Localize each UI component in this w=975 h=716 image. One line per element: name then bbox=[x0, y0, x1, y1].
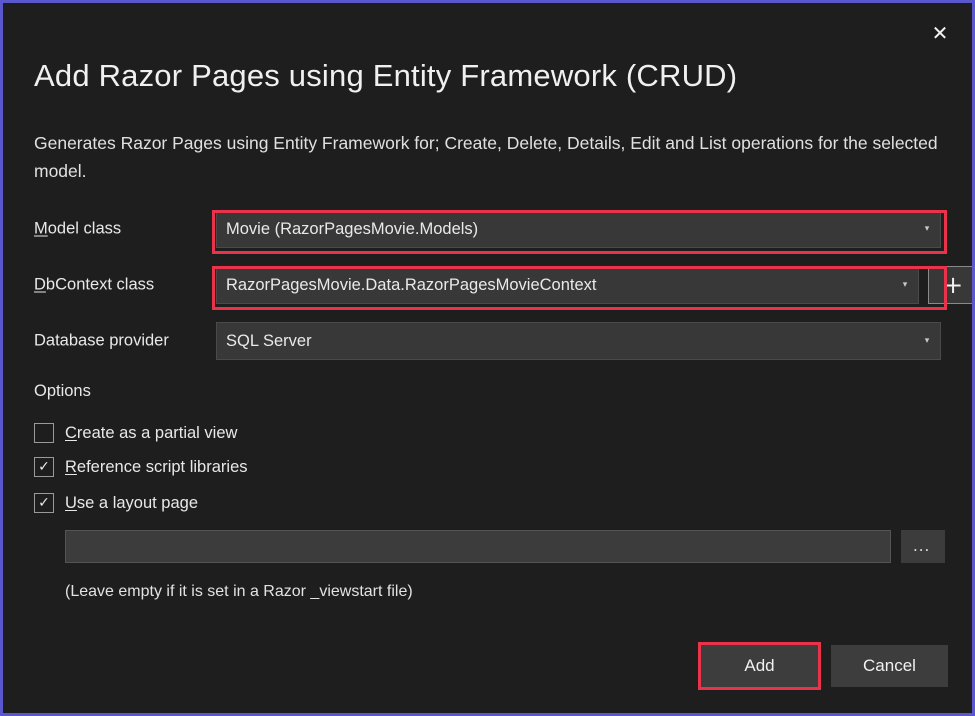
chevron-down-icon: ▾ bbox=[914, 337, 940, 346]
model-class-row: Model class Movie (RazorPagesMovie.Model… bbox=[34, 210, 941, 248]
database-provider-row: Database provider SQL Server ▾ bbox=[34, 322, 941, 360]
dbcontext-class-row: DbContext class RazorPagesMovie.Data.Raz… bbox=[34, 266, 941, 304]
dialog-titlebar: ✕ bbox=[3, 3, 972, 61]
database-provider-value: SQL Server bbox=[217, 332, 914, 351]
chevron-down-icon: ▾ bbox=[892, 281, 918, 290]
dbcontext-class-accelerator: D bbox=[34, 276, 46, 294]
option-accelerator: R bbox=[65, 458, 77, 476]
option-accelerator: C bbox=[65, 424, 77, 442]
option-reference-script-libraries-label: Reference script libraries bbox=[65, 458, 248, 477]
option-create-as-partial-view-label: Create as a partial view bbox=[65, 424, 237, 443]
dbcontext-class-label-text: bContext class bbox=[46, 276, 154, 294]
browse-layout-page-button[interactable]: ... bbox=[901, 530, 945, 563]
add-dbcontext-button[interactable]: + bbox=[928, 266, 975, 304]
layout-page-input[interactable] bbox=[65, 530, 891, 563]
options-heading: Options bbox=[34, 382, 91, 401]
option-use-a-layout-page[interactable]: ✓ Use a layout page bbox=[34, 491, 198, 515]
dialog-description: Generates Razor Pages using Entity Frame… bbox=[34, 129, 944, 185]
page-title: Add Razor Pages using Entity Framework (… bbox=[34, 58, 737, 94]
database-provider-combobox[interactable]: SQL Server ▾ bbox=[216, 322, 941, 360]
dbcontext-class-label: DbContext class bbox=[34, 276, 154, 295]
add-button[interactable]: Add bbox=[701, 645, 818, 687]
dbcontext-class-value: RazorPagesMovie.Data.RazorPagesMovieCont… bbox=[217, 276, 892, 295]
dbcontext-class-combobox[interactable]: RazorPagesMovie.Data.RazorPagesMovieCont… bbox=[216, 266, 919, 304]
model-class-accelerator: M bbox=[34, 220, 48, 238]
add-razor-pages-dialog: ✕ Add Razor Pages using Entity Framework… bbox=[0, 0, 975, 716]
chevron-down-icon: ▾ bbox=[914, 225, 940, 234]
model-class-label-text: odel class bbox=[48, 220, 121, 238]
option-reference-script-libraries[interactable]: ✓ Reference script libraries bbox=[34, 455, 248, 479]
layout-page-hint: (Leave empty if it is set in a Razor _vi… bbox=[65, 583, 413, 601]
checkbox-icon[interactable] bbox=[34, 423, 54, 443]
option-accelerator: U bbox=[65, 494, 77, 512]
database-provider-label: Database provider bbox=[34, 332, 169, 351]
option-label-text: eference script libraries bbox=[77, 458, 248, 476]
close-icon[interactable]: ✕ bbox=[920, 15, 960, 51]
option-label-text: se a layout page bbox=[77, 494, 198, 512]
option-label-text: reate as a partial view bbox=[77, 424, 238, 442]
option-use-a-layout-page-label: Use a layout page bbox=[65, 494, 198, 513]
checkbox-icon[interactable]: ✓ bbox=[34, 457, 54, 477]
checkbox-icon[interactable]: ✓ bbox=[34, 493, 54, 513]
model-class-combobox[interactable]: Movie (RazorPagesMovie.Models) ▾ bbox=[216, 210, 941, 248]
model-class-value: Movie (RazorPagesMovie.Models) bbox=[217, 220, 914, 239]
option-create-as-partial-view[interactable]: Create as a partial view bbox=[34, 421, 237, 445]
cancel-button[interactable]: Cancel bbox=[831, 645, 948, 687]
model-class-label: Model class bbox=[34, 220, 121, 239]
